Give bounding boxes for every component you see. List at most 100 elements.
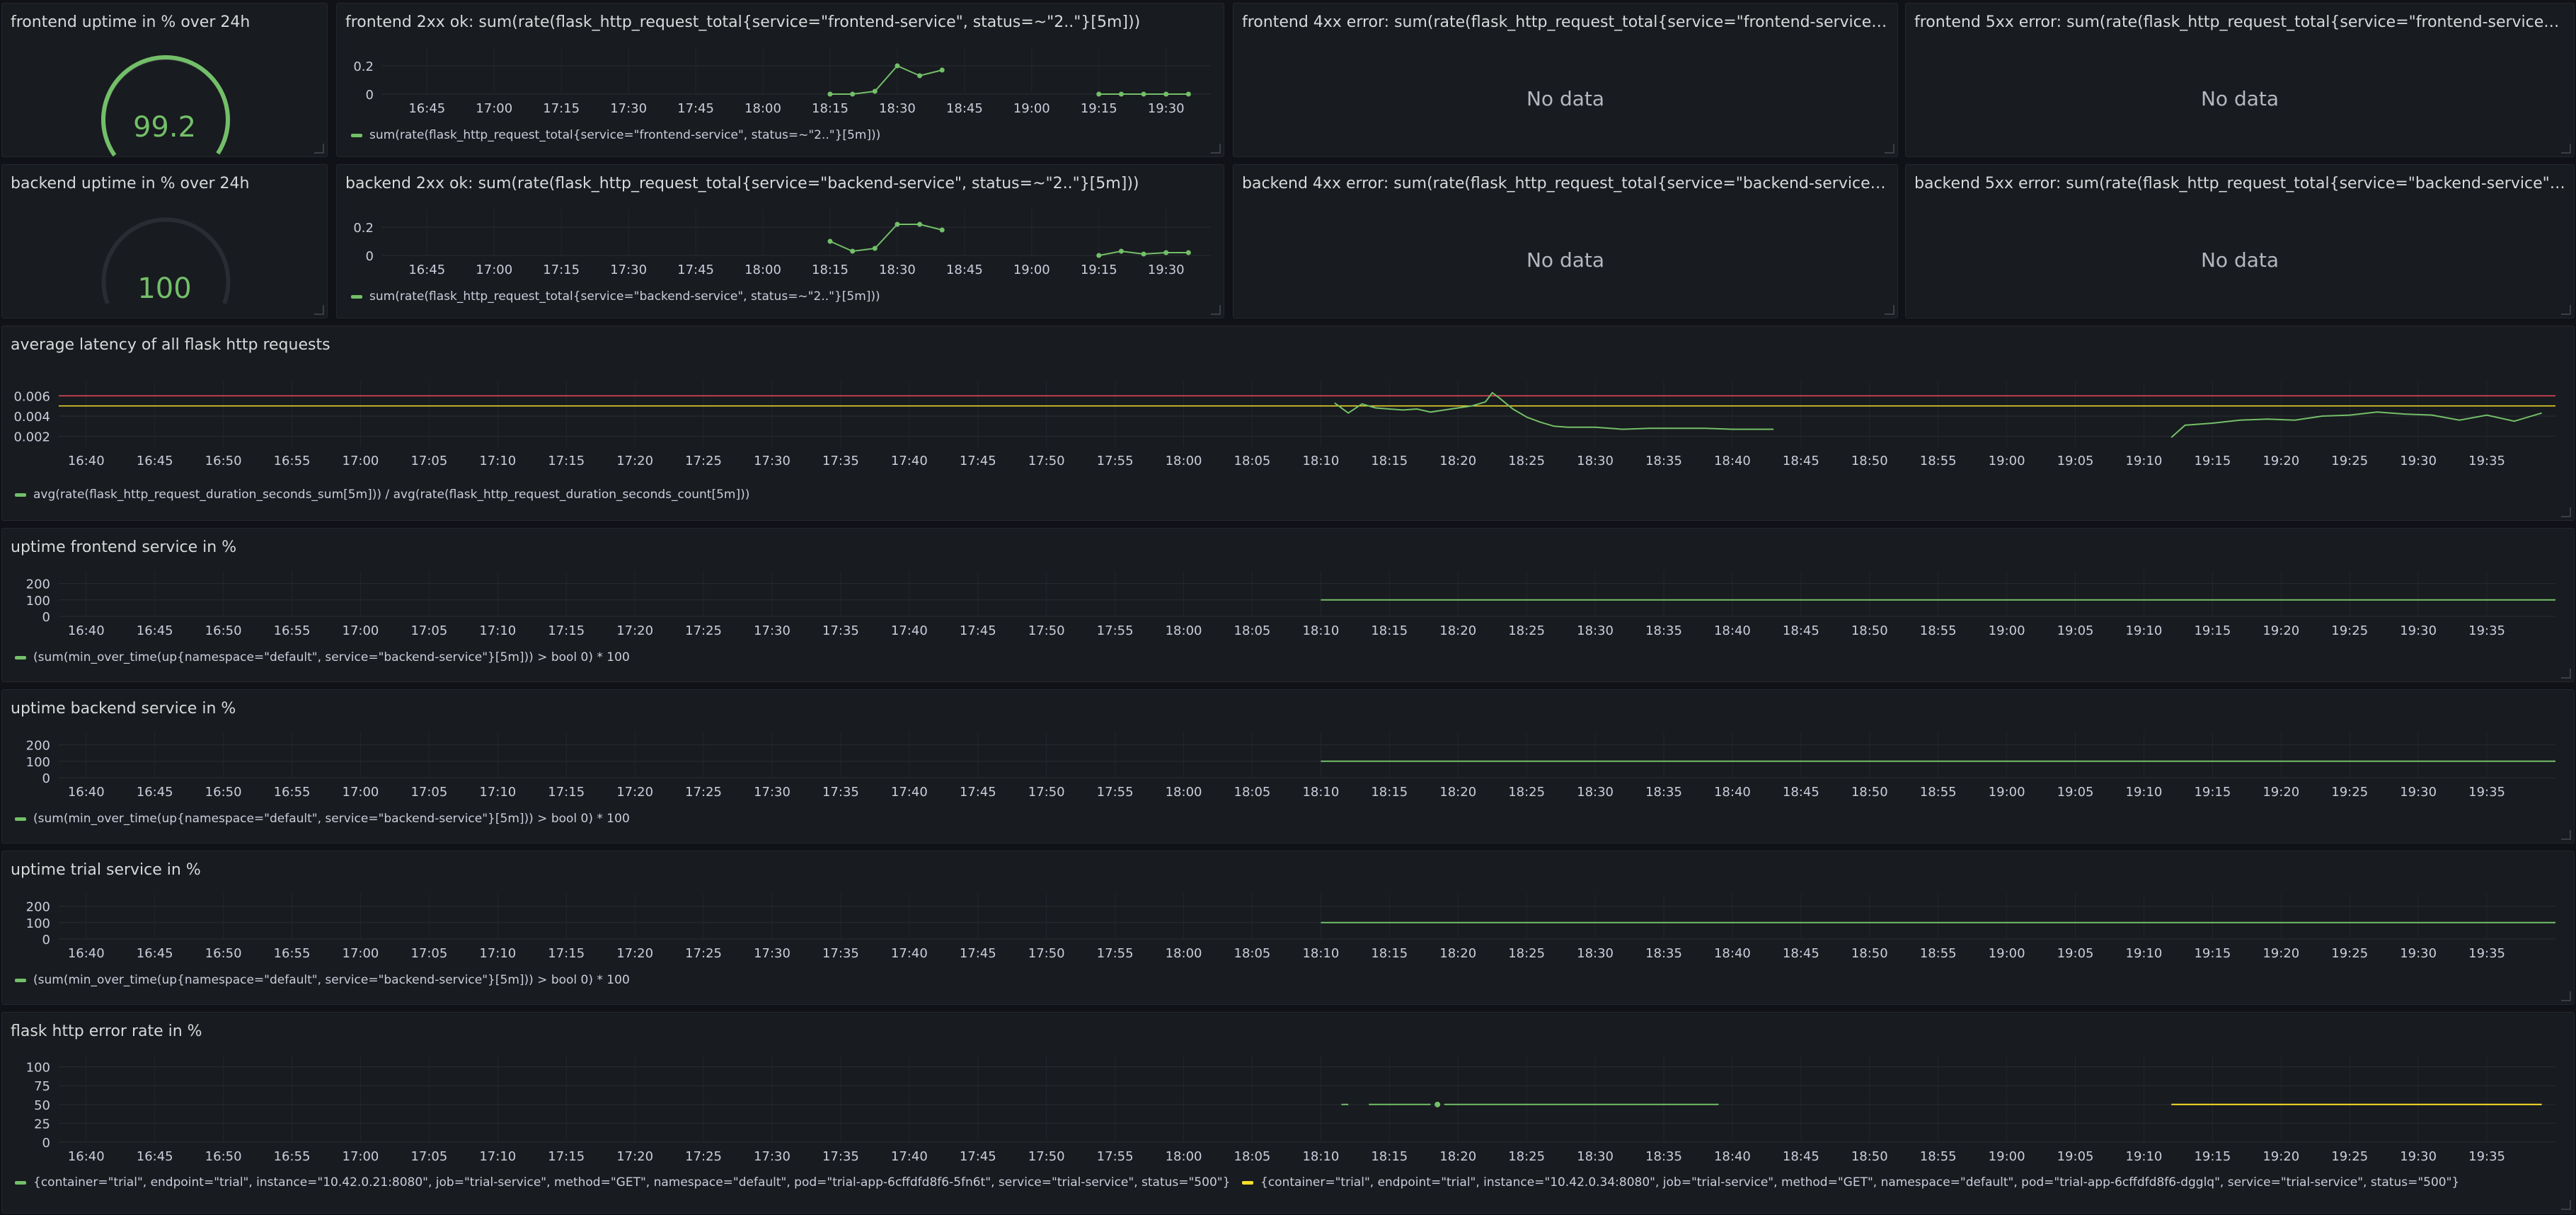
x-tick-label: 18:55 — [1920, 623, 1957, 638]
resize-handle[interactable] — [2561, 991, 2571, 1001]
panel-title: frontend 4xx error: sum(rate(flask_http_… — [1242, 13, 1889, 31]
backend-uptime-panel[interactable]: backend uptime in % over 24h 100 — [1, 164, 328, 318]
x-tick-label: 18:40 — [1714, 1149, 1751, 1164]
x-tick-label: 19:10 — [2126, 1149, 2163, 1164]
frontend-4xx-panel[interactable]: frontend 4xx error: sum(rate(flask_http_… — [1233, 3, 1898, 157]
y-tick-label: 100 — [26, 1061, 50, 1076]
x-tick-label: 17:55 — [1097, 454, 1134, 468]
x-tick-label: 18:25 — [1508, 785, 1545, 800]
x-tick-label: 18:50 — [1851, 454, 1888, 468]
resize-handle[interactable] — [2561, 830, 2571, 840]
chart-legend[interactable]: (sum(min_over_time(up{namespace="default… — [15, 650, 630, 664]
resize-handle[interactable] — [1211, 144, 1221, 154]
uptime-frontend-panel[interactable]: uptime frontend service in % 200 100 0 16:4… — [1, 528, 2575, 682]
x-tick-label: 17:25 — [685, 454, 722, 468]
x-tick-label: 17:00 — [476, 101, 512, 116]
data-point — [1096, 253, 1102, 258]
backend-5xx-panel[interactable]: backend 5xx error: sum(rate(flask_http_r… — [1905, 164, 2575, 318]
x-tick-label: 16:50 — [205, 946, 242, 961]
uptime-trial-panel[interactable]: uptime trial service in % 200 100 0 16:40 16… — [1, 851, 2575, 1005]
resize-handle[interactable] — [1885, 144, 1894, 154]
x-tick-label: 17:50 — [1028, 785, 1065, 800]
x-tick-label: 17:25 — [685, 946, 722, 961]
x-tick-label: 17:00 — [343, 1149, 379, 1164]
resize-handle[interactable] — [2561, 669, 2571, 679]
x-tick-label: 17:05 — [410, 1149, 447, 1164]
chart-grid: 0.2 0 16:45 17:00 17:15 17:30 17:45 18:00 18:15 1… — [353, 47, 1211, 116]
frontend-uptime-panel[interactable]: frontend uptime in % over 24h 99.2 — [1, 3, 328, 157]
chart-legend[interactable]: (sum(min_over_time(up{namespace="default… — [15, 973, 630, 987]
x-tick-label: 18:30 — [1577, 946, 1614, 961]
x-tick-label: 19:35 — [2468, 785, 2505, 800]
chart-legend-1[interactable]: {container="trial", endpoint="trial", in… — [15, 1175, 1230, 1190]
resize-handle[interactable] — [2561, 507, 2571, 517]
x-tick-label: 18:00 — [1166, 785, 1202, 800]
x-tick-label: 18:00 — [744, 263, 781, 277]
x-tick-label: 17:05 — [410, 785, 447, 800]
x-tick-label: 17:05 — [410, 946, 447, 961]
x-tick-label: 19:30 — [2400, 946, 2437, 961]
frontend-5xx-panel[interactable]: frontend 5xx error: sum(rate(flask_http_… — [1905, 3, 2575, 157]
x-tick-label: 19:00 — [1989, 785, 2025, 800]
x-tick-label: 17:05 — [410, 454, 447, 468]
data-point — [939, 67, 945, 73]
y-tick-label: 0 — [42, 771, 50, 786]
data-point — [1141, 251, 1146, 257]
y-tick-label: 25 — [34, 1117, 50, 1131]
x-tick-label: 18:45 — [946, 263, 983, 277]
latency-panel[interactable]: average latency of all flask http reques… — [1, 326, 2575, 521]
x-tick-label: 16:40 — [68, 946, 105, 961]
x-tick-label: 16:50 — [205, 454, 242, 468]
x-tick-label: 18:25 — [1508, 454, 1545, 468]
x-tick-label: 18:35 — [1645, 1149, 1682, 1164]
resize-handle[interactable] — [1211, 305, 1221, 315]
error-rate-panel[interactable]: flask http error rate in % 100 75 50 25 0 16:… — [1, 1012, 2575, 1214]
chart-legend-2[interactable]: {container="trial", endpoint="trial", in… — [1242, 1175, 2459, 1190]
chart-legend[interactable]: sum(rate(flask_http_request_total{servic… — [351, 128, 880, 142]
data-point — [827, 91, 833, 97]
legend-swatch — [351, 133, 362, 137]
x-tick-label: 18:10 — [1302, 623, 1339, 638]
x-tick-label: 17:15 — [548, 946, 585, 961]
x-tick-label: 18:00 — [744, 101, 781, 116]
x-tick-label: 17:20 — [616, 785, 653, 800]
x-tick-label: 19:30 — [2400, 1149, 2437, 1164]
x-tick-label: 16:50 — [205, 1149, 242, 1164]
legend-swatch — [15, 655, 26, 660]
resize-handle[interactable] — [314, 305, 324, 315]
resize-handle[interactable] — [1885, 305, 1894, 315]
resize-handle[interactable] — [2561, 305, 2571, 315]
x-tick-label: 18:30 — [879, 101, 916, 116]
resize-handle[interactable] — [314, 144, 324, 154]
x-tick-label: 18:55 — [1920, 785, 1957, 800]
backend-4xx-panel[interactable]: backend 4xx error: sum(rate(flask_http_r… — [1233, 164, 1898, 318]
uptime-backend-panel[interactable]: uptime backend service in % 200 100 0 16:40… — [1, 689, 2575, 843]
x-tick-label: 17:10 — [479, 454, 516, 468]
data-point — [1118, 248, 1124, 254]
x-tick-label: 17:15 — [548, 454, 585, 468]
data-point — [939, 227, 945, 233]
x-tick-label: 18:50 — [1851, 785, 1888, 800]
y-tick-label: 0.006 — [13, 389, 50, 404]
x-tick-label: 18:00 — [1166, 1149, 1202, 1164]
x-tick-label: 19:00 — [1989, 623, 2025, 638]
x-tick-label: 17:30 — [610, 263, 647, 277]
panel-title: backend 5xx error: sum(rate(flask_http_r… — [1914, 175, 2565, 192]
resize-handle[interactable] — [2561, 144, 2571, 154]
legend-label: (sum(min_over_time(up{namespace="default… — [33, 812, 630, 826]
frontend-2xx-panel[interactable]: frontend 2xx ok: sum(rate(flask_http_req… — [336, 3, 1224, 157]
resize-handle[interactable] — [2561, 1200, 2571, 1210]
x-tick-label: 16:45 — [408, 263, 445, 277]
chart-legend[interactable]: (sum(min_over_time(up{namespace="default… — [15, 812, 630, 826]
chart-legend[interactable]: avg(rate(flask_http_request_duration_sec… — [15, 488, 749, 502]
legend-label: sum(rate(flask_http_request_total{servic… — [369, 128, 881, 142]
x-tick-label: 17:10 — [479, 1149, 516, 1164]
x-tick-label: 18:30 — [1577, 623, 1614, 638]
x-tick-label: 19:25 — [2331, 946, 2368, 961]
x-tick-label: 18:15 — [1371, 454, 1408, 468]
x-tick-label: 18:40 — [1714, 785, 1751, 800]
x-tick-label: 17:50 — [1028, 623, 1065, 638]
backend-2xx-panel[interactable]: backend 2xx ok: sum(rate(flask_http_requ… — [336, 164, 1224, 318]
chart-legend[interactable]: sum(rate(flask_http_request_total{servic… — [351, 289, 880, 304]
y-tick-label: 100 — [26, 755, 50, 770]
